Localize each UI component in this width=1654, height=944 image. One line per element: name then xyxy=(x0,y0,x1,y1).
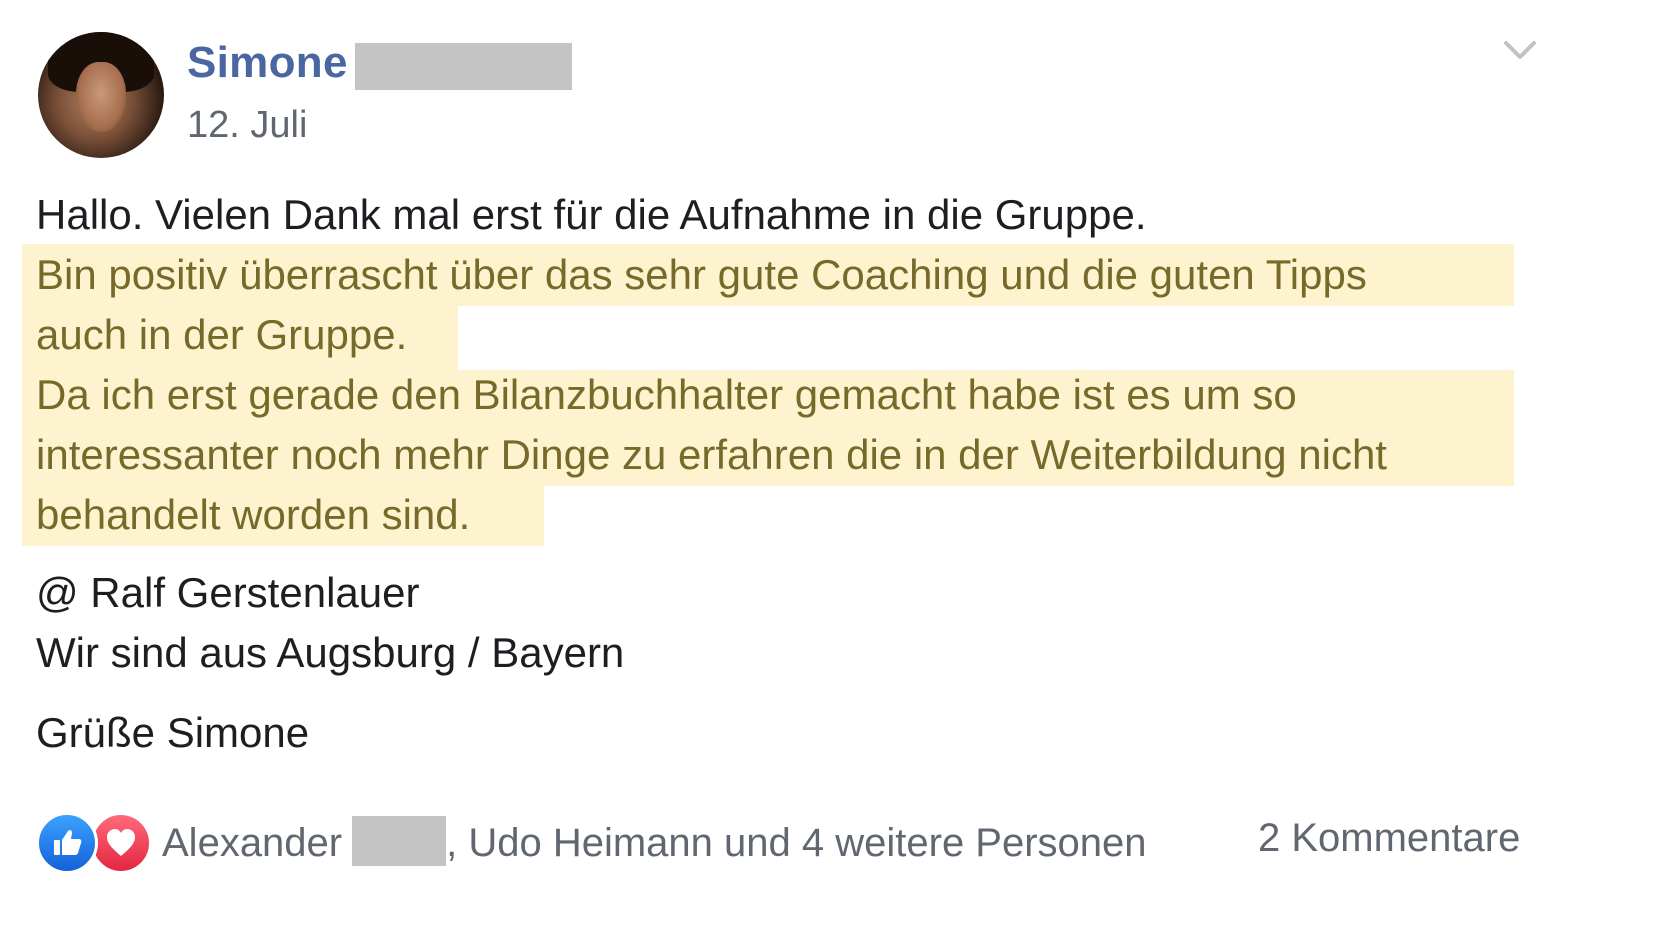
chevron-down-icon[interactable] xyxy=(1502,38,1538,62)
reactor-name[interactable]: Alexander xyxy=(162,821,342,865)
post-text-line-highlighted: interessanter noch mehr Dinge zu erfahre… xyxy=(36,431,1387,478)
avatar[interactable] xyxy=(38,32,164,158)
avatar-face xyxy=(76,62,126,132)
post-text-line: Wir sind aus Augsburg / Bayern xyxy=(36,629,625,676)
redacted-last-name xyxy=(355,43,572,90)
like-reaction-icon[interactable] xyxy=(36,812,98,874)
post-text-line: @ Ralf Gerstenlauer xyxy=(36,569,420,616)
facebook-post: Simone 12. Juli Hallo. Vielen Dank mal e… xyxy=(0,0,1654,944)
love-reaction-icon[interactable] xyxy=(90,812,152,874)
post-date[interactable]: 12. Juli xyxy=(187,104,307,147)
post-text-line: Grüße Simone xyxy=(36,709,310,756)
reactors-summary[interactable]: Alexander , Udo Heimann und 4 weitere Per… xyxy=(162,816,1147,866)
author-name[interactable]: Simone xyxy=(187,38,348,88)
post-text-line-highlighted: behandelt worden sind. xyxy=(36,491,471,538)
redacted-reactor-surname xyxy=(352,816,447,866)
post-text-line-highlighted: Bin positiv überrascht über das sehr gut… xyxy=(36,251,1367,298)
comments-count[interactable]: 2 Kommentare xyxy=(1258,816,1520,861)
reactors-rest[interactable]: , Udo Heimann und 4 weitere Personen xyxy=(446,821,1146,865)
post-text-line-highlighted: auch in der Gruppe. xyxy=(36,311,408,358)
post-text-line: Hallo. Vielen Dank mal erst für die Aufn… xyxy=(36,191,1147,238)
post-text-line-highlighted: Da ich erst gerade den Bilanzbuchhalter … xyxy=(36,371,1297,418)
